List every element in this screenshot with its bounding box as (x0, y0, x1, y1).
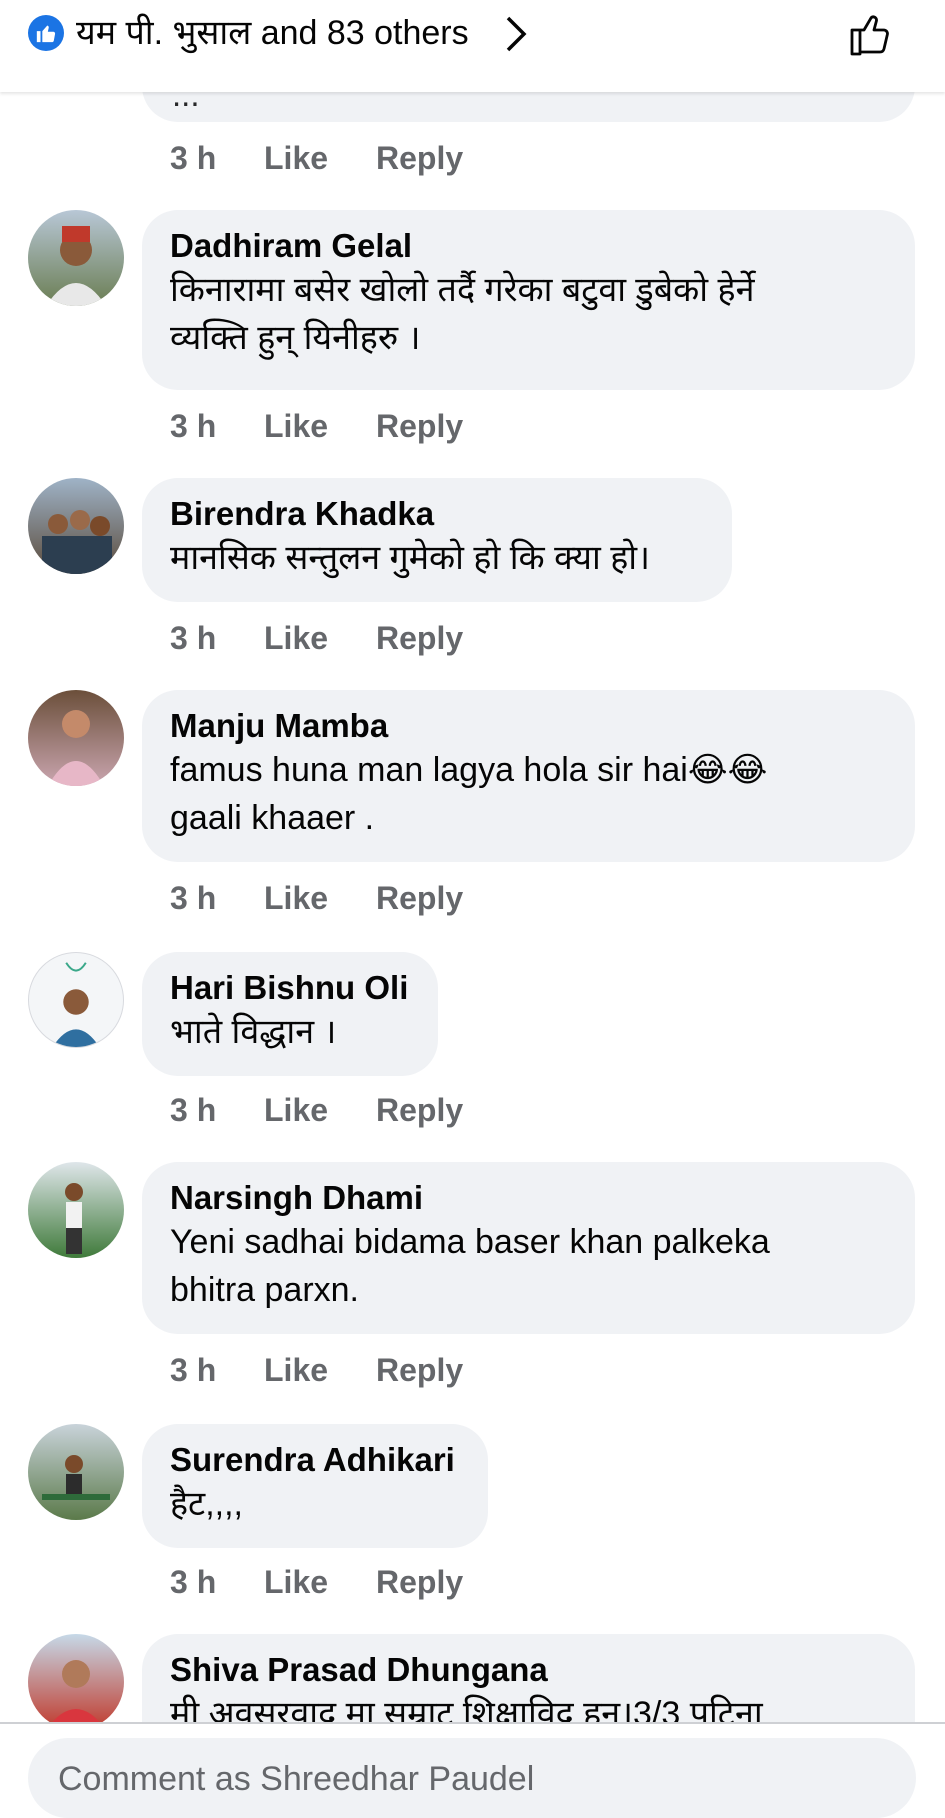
reactors-summary[interactable]: यम पी. भुसाल and 83 others (76, 12, 469, 54)
avatar[interactable] (28, 1162, 124, 1258)
comment-time: 3 h (170, 1352, 217, 1388)
reply-link[interactable]: Reply (376, 620, 463, 657)
reply-link[interactable]: Reply (376, 880, 463, 917)
comment-actions: 3 h Like Reply (170, 1092, 463, 1129)
like-reaction-icon (28, 15, 64, 51)
like-link[interactable]: Like (264, 1564, 376, 1601)
comment-actions: 3 h Like Reply (170, 1564, 463, 1601)
avatar[interactable] (28, 210, 124, 306)
thumbs-up-icon[interactable] (846, 8, 898, 60)
comment-actions: 3 h Like Reply (170, 140, 463, 177)
comment-actions: 3 h Like Reply (170, 620, 463, 657)
reply-link[interactable]: Reply (376, 1564, 463, 1601)
reply-link[interactable]: Reply (376, 1352, 463, 1389)
avatar[interactable] (28, 690, 124, 786)
comment-time: 3 h (170, 140, 217, 176)
comment-actions: 3 h Like Reply (170, 880, 463, 917)
avatar[interactable] (28, 1634, 124, 1730)
like-link[interactable]: Like (264, 1092, 376, 1129)
comment-time: 3 h (170, 408, 217, 444)
avatar[interactable] (28, 1424, 124, 1520)
comment-bubble[interactable]: Dadhiram Gelal किनारामा बसेर खोलो तर्दै … (142, 210, 915, 390)
like-link[interactable]: Like (264, 1352, 376, 1389)
comment-text: famus huna man lagya hola sir hai😂😂 gaal… (170, 751, 768, 837)
reply-link[interactable]: Reply (376, 140, 463, 177)
comment-text: हैट,,,, (170, 1485, 243, 1523)
comment-text: भाते विद्धान । (170, 1013, 337, 1051)
comment-bubble[interactable]: Manju Mamba famus huna man lagya hola si… (142, 690, 915, 862)
reply-link[interactable]: Reply (376, 408, 463, 445)
comment-bubble[interactable]: Narsingh Dhami Yeni sadhai bidama baser … (142, 1162, 915, 1334)
comment-author[interactable]: Birendra Khadka (170, 494, 702, 534)
comment-actions: 3 h Like Reply (170, 408, 463, 445)
avatar[interactable] (28, 478, 124, 574)
reply-link[interactable]: Reply (376, 1092, 463, 1129)
comment-time: 3 h (170, 880, 217, 916)
chevron-right-icon[interactable] (504, 14, 530, 54)
like-link[interactable]: Like (264, 620, 376, 657)
comment-text: मानसिक सन्तुलन गुमेको हो कि क्या हो। (170, 539, 650, 577)
reactions-bar[interactable]: यम पी. भुसाल and 83 others (0, 0, 945, 92)
comment-author[interactable]: Narsingh Dhami (170, 1178, 885, 1218)
comment-time: 3 h (170, 1564, 217, 1600)
comment-author[interactable]: Shiva Prasad Dhungana (170, 1650, 885, 1690)
comment-time: 3 h (170, 620, 217, 656)
comment-bubble[interactable]: Hari Bishnu Oli भाते विद्धान । (142, 952, 438, 1076)
divider (0, 1722, 945, 1724)
comment-author[interactable]: Surendra Adhikari (170, 1440, 458, 1480)
comment-author[interactable]: Hari Bishnu Oli (170, 968, 408, 1008)
like-link[interactable]: Like (264, 880, 376, 917)
like-link[interactable]: Like (264, 140, 376, 177)
comment-bubble[interactable]: Surendra Adhikari हैट,,,, (142, 1424, 488, 1548)
comment-text: किनारामा बसेर खोलो तर्दै गरेका बटुवा डुब… (170, 271, 755, 357)
comment-actions: 3 h Like Reply (170, 1352, 463, 1389)
avatar[interactable] (28, 952, 124, 1048)
comment-author[interactable]: Dadhiram Gelal (170, 226, 885, 266)
comment-author[interactable]: Manju Mamba (170, 706, 885, 746)
comment-bubble[interactable]: Birendra Khadka मानसिक सन्तुलन गुमेको हो… (142, 478, 732, 602)
like-link[interactable]: Like (264, 408, 376, 445)
comment-input[interactable]: Comment as Shreedhar Paudel (28, 1738, 916, 1818)
comment-time: 3 h (170, 1092, 217, 1128)
comment-text: Yeni sadhai bidama baser khan palkeka bh… (170, 1223, 770, 1309)
